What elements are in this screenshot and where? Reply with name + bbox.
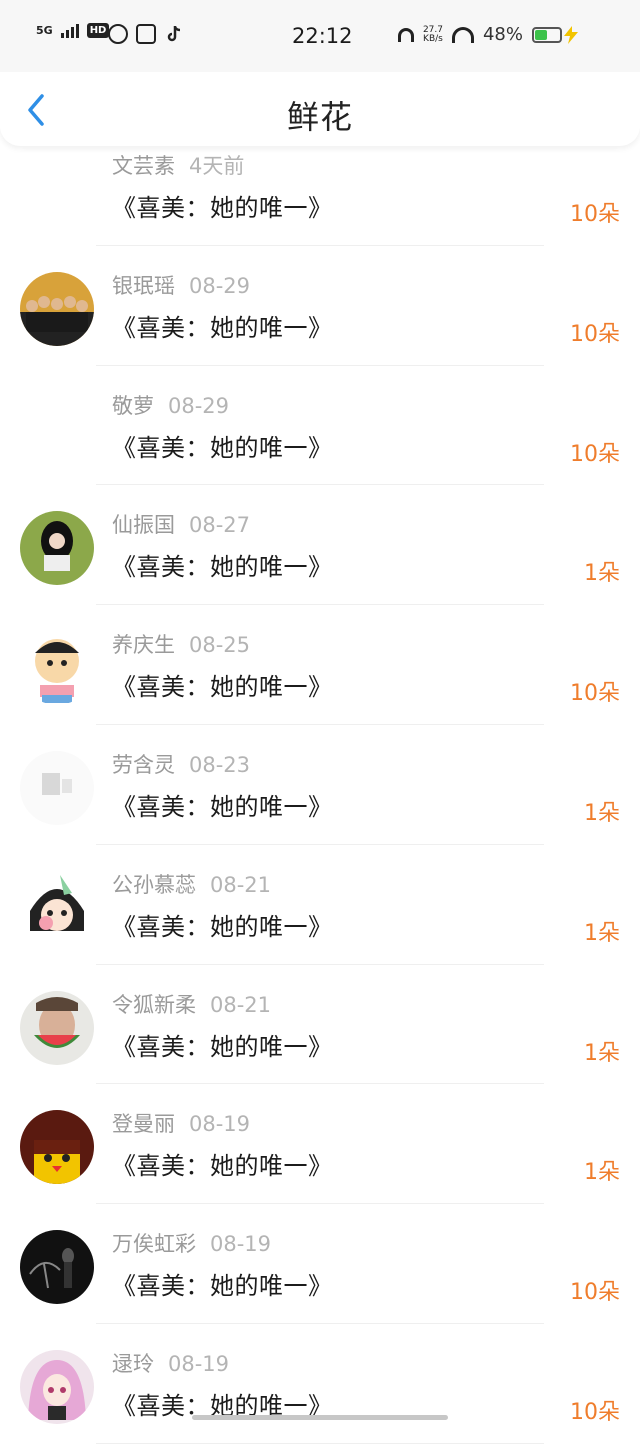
battery-icon [532,26,562,43]
avatar[interactable] [20,1349,94,1424]
battery-percent: 48% [482,24,523,45]
book-title: 《喜美：她的唯一》 [112,194,333,222]
send-date: 08-21 [210,992,272,1017]
book-title: 《喜美：她的唯一》 [112,1152,333,1181]
list-item[interactable]: 银珉瑶 08-29 《喜美：她的唯一》 10朵 [0,246,640,366]
book-title: 《喜美：她的唯一》 [112,912,333,941]
send-date: 08-19 [168,1351,230,1376]
sender-name: 登曼丽 [112,1112,175,1137]
headset-icon [397,27,414,42]
status-bar: 5G HD 22:12 27.7 KB/s 48% [0,0,640,72]
wifi-icon [451,26,474,43]
sender-name: 仙振国 [112,513,175,538]
sender-name: 养庆生 [112,633,175,658]
list-item[interactable]: 登曼丽 08-19 《喜美：她的唯一》 1朵 [0,1084,640,1205]
book-title: 《喜美：她的唯一》 [112,1032,333,1061]
network-type: 5G [36,23,53,37]
sender-name: 逯玲 [112,1351,154,1376]
sender-name: 敬萝 [112,393,154,418]
signal-group: 5G HD [36,22,110,38]
avatar[interactable] [20,631,94,706]
flower-count: 10朵 [570,202,620,227]
send-date: 08-19 [189,1112,251,1137]
book-title: 《喜美：她的唯一》 [112,433,333,462]
page-title: 鲜花 [286,98,353,136]
avatar[interactable] [20,990,94,1065]
send-date: 08-27 [189,513,251,538]
send-date: 08-21 [210,872,272,897]
video-app-icon [136,24,156,44]
list-item[interactable]: 公孙慕蕊 08-21 《喜美：她的唯一》 1朵 [0,845,640,965]
sender-meta: 养庆生 08-25 [112,629,250,659]
flower-count: 1朵 [584,1040,620,1066]
wechat-icon [108,24,128,44]
sender-meta: 劳含灵 08-23 [112,749,250,779]
list-item[interactable]: 令狐新柔 08-21 《喜美：她的唯一》 1朵 [0,965,640,1085]
flower-count: 1朵 [584,1160,620,1186]
flower-list: 文芸素 4天前 《喜美：她的唯一》 10朵 银珉瑶 08-29 《喜美：她的唯一》 10朵 敬萝… [0,126,640,1444]
list-item[interactable]: 仙振国 08-27 《喜美：她的唯一》 1朵 [0,485,640,606]
avatar[interactable] [20,511,94,586]
signal-icon [60,22,79,38]
sender-meta: 银珉瑶 08-29 [112,270,250,300]
list-item[interactable]: 逯玲 08-19 《喜美：她的唯一》 10朵 [0,1324,640,1444]
list-item[interactable]: 万俟虹彩 08-19 《喜美：她的唯一》 10朵 [0,1204,640,1324]
list-item[interactable]: 敬萝 08-29 《喜美：她的唯一》 10朵 [0,366,640,486]
hd-badge: HD [86,22,110,38]
net-speed: 27.7 KB/s [422,24,443,44]
send-date: 08-23 [189,752,251,777]
tiktok-icon [164,24,184,44]
sender-name: 文芸素 [112,154,175,178]
sender-meta: 逯玲 08-19 [112,1348,229,1378]
sender-meta: 公孙慕蕊 08-21 [112,869,271,899]
sender-name: 万俟虹彩 [112,1232,196,1257]
avatar[interactable] [20,1230,94,1305]
home-indicator [192,1415,448,1420]
flower-count: 10朵 [570,441,620,467]
avatar[interactable] [20,1110,94,1185]
book-title: 《喜美：她的唯一》 [112,673,333,702]
charging-bolt-icon [564,26,578,44]
send-date: 08-19 [210,1232,272,1257]
sender-name: 令狐新柔 [112,992,196,1017]
avatar[interactable] [20,271,94,346]
book-title: 《喜美：她的唯一》 [112,553,333,582]
sender-meta: 文芸素 4天前 [112,150,244,180]
sender-meta: 万俟虹彩 08-19 [112,1228,271,1258]
list-item[interactable]: 劳含灵 08-23 《喜美：她的唯一》 1朵 [0,725,640,845]
flower-count: 10朵 [570,1280,620,1306]
flower-count: 1朵 [584,561,620,587]
sender-name: 银珉瑶 [112,273,175,298]
flower-count: 10朵 [570,681,620,707]
avatar[interactable] [20,750,94,825]
nav-bar: 鲜花 [0,72,640,146]
book-title: 《喜美：她的唯一》 [112,1272,333,1301]
send-date: 4天前 [189,154,245,178]
system-icons: 27.7 KB/s 48% [397,24,562,45]
send-date: 08-29 [189,273,251,298]
send-date: 08-25 [189,633,251,658]
sender-name: 公孙慕蕊 [112,872,196,897]
flower-count: 1朵 [584,920,620,946]
sender-meta: 登曼丽 08-19 [112,1108,250,1138]
book-title: 《喜美：她的唯一》 [112,792,333,821]
flower-count: 1朵 [584,800,620,826]
book-title: 《喜美：她的唯一》 [112,313,333,342]
list-item[interactable]: 养庆生 08-25 《喜美：她的唯一》 10朵 [0,605,640,725]
send-date: 08-29 [168,393,230,418]
sender-meta: 敬萝 08-29 [112,390,229,420]
notification-icons [108,24,184,44]
flower-count: 10朵 [570,321,620,347]
sender-meta: 令狐新柔 08-21 [112,989,271,1019]
sender-meta: 仙振国 08-27 [112,509,250,539]
clock: 22:12 [292,24,353,48]
avatar[interactable] [20,870,94,945]
sender-name: 劳含灵 [112,752,175,777]
flower-count: 10朵 [570,1399,620,1425]
